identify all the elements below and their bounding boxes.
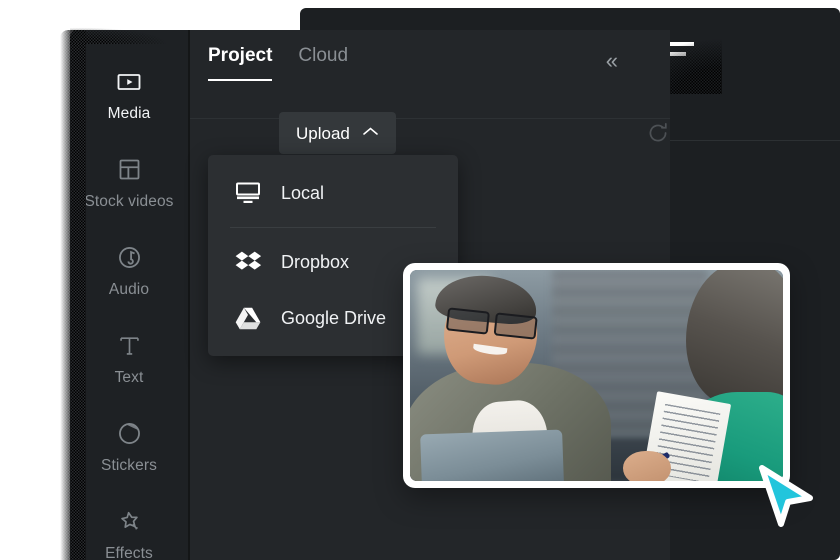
screenshot-stage: Media Stock videos Audio Text Stickers E… <box>0 0 840 560</box>
stickers-icon <box>114 419 144 449</box>
collapse-panel-icon[interactable]: « <box>606 50 618 72</box>
sidebar: Media Stock videos Audio Text Stickers E… <box>70 30 188 560</box>
chevron-up-icon <box>362 124 379 142</box>
sidebar-item-label: Media <box>107 104 151 122</box>
google-drive-icon <box>234 304 262 332</box>
menu-item-label: Google Drive <box>281 308 387 328</box>
menu-item-label: Dropbox <box>281 252 350 272</box>
tab-cloud[interactable]: Cloud <box>298 46 348 81</box>
sidebar-item-stickers[interactable]: Stickers <box>70 402 188 490</box>
sidebar-divider <box>188 30 190 560</box>
audio-icon <box>114 243 144 273</box>
noise-fade-left-edge <box>60 30 86 560</box>
refresh-icon[interactable] <box>645 120 670 146</box>
menu-divider <box>230 227 436 228</box>
dropbox-icon <box>234 248 262 276</box>
upload-button[interactable]: Upload <box>279 112 396 154</box>
sidebar-item-label: Stickers <box>101 456 157 474</box>
effects-icon <box>114 507 144 537</box>
sidebar-item-audio[interactable]: Audio <box>70 226 188 314</box>
header-divider <box>190 118 670 119</box>
sidebar-item-label: Audio <box>108 280 150 298</box>
upload-button-label: Upload <box>296 123 350 143</box>
media-icon <box>114 67 144 97</box>
tab-bar: Project Cloud <box>208 46 348 81</box>
sidebar-item-label: Stock videos <box>84 192 174 210</box>
menu-item-label: Local <box>281 183 325 203</box>
menu-item-local[interactable]: Local <box>208 165 458 221</box>
media-preview-card[interactable] <box>403 263 790 488</box>
sidebar-item-label: Effects <box>105 544 153 560</box>
sidebar-item-label: Text <box>114 368 144 386</box>
text-icon <box>114 331 144 361</box>
media-preview-image <box>410 270 783 481</box>
stock-videos-icon <box>114 155 144 185</box>
noise-fade-top-left <box>70 26 190 44</box>
sidebar-item-stock-videos[interactable]: Stock videos <box>70 138 188 226</box>
sidebar-item-effects[interactable]: Effects <box>70 490 188 560</box>
monitor-icon <box>234 179 262 207</box>
sidebar-item-media[interactable]: Media <box>70 50 188 138</box>
sidebar-item-text[interactable]: Text <box>70 314 188 402</box>
tab-project[interactable]: Project <box>208 46 273 81</box>
